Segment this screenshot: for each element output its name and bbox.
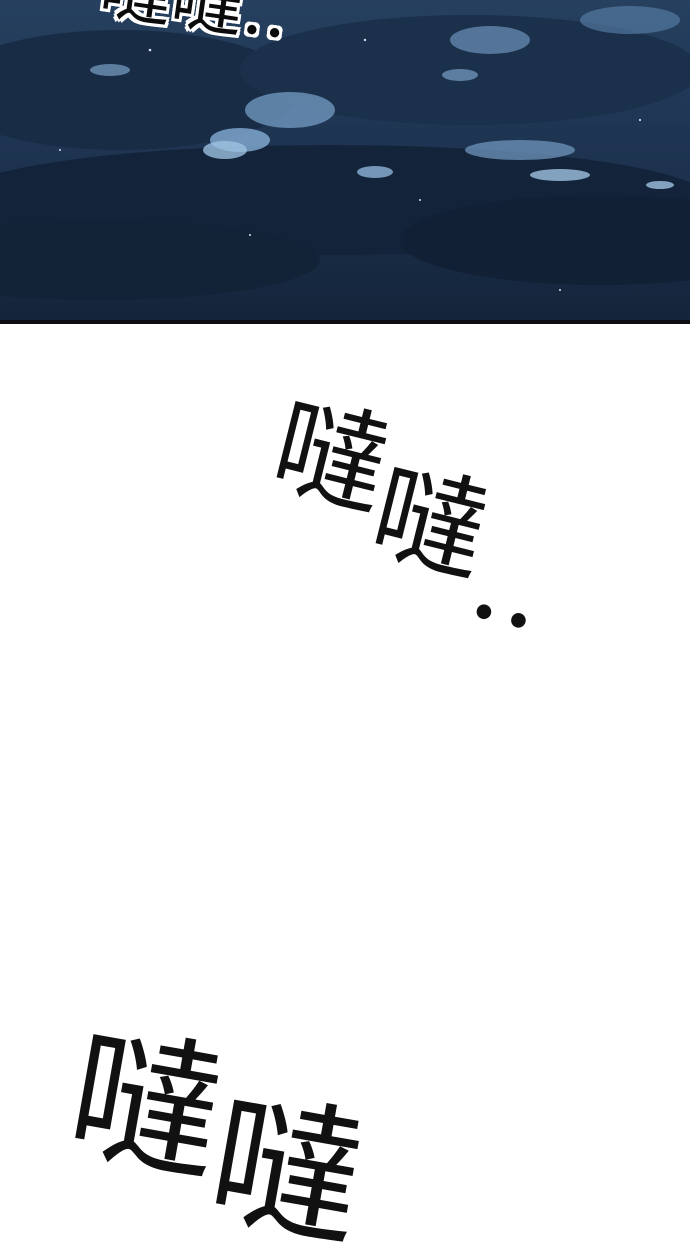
night-sky-panel: 噠噠.. (0, 0, 690, 322)
cloud-illustration (0, 0, 690, 322)
sfx-char: 噠 (56, 1008, 235, 1206)
sfx-footsteps-bottom: 噠噠 (56, 1008, 381, 1250)
comic-page: 噠噠.. 噠噠.. 噠噠 (0, 0, 690, 1250)
panel-divider (0, 320, 690, 324)
sfx-footsteps-middle: 噠噠.. (261, 381, 577, 656)
sfx-char: 噠 (197, 1073, 376, 1250)
